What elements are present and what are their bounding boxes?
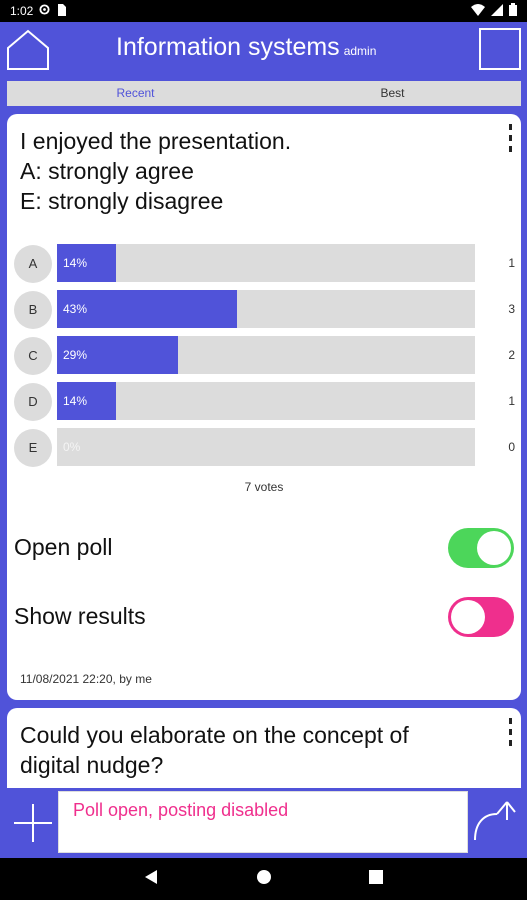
vote-count: 2 — [508, 348, 515, 362]
poll-question: I enjoyed the presentation. A: strongly … — [20, 126, 490, 216]
vote-count: 0 — [508, 440, 515, 454]
question-line: I enjoyed the presentation. — [20, 128, 292, 154]
send-icon[interactable] — [473, 800, 517, 844]
show-results-label: Show results — [14, 603, 146, 629]
tab-best[interactable]: Best — [264, 81, 521, 106]
option-letter: E — [14, 429, 52, 467]
page-title: Information systems admin — [116, 33, 376, 62]
option-letter: B — [14, 291, 52, 329]
question-line: E: strongly disagree — [20, 188, 224, 214]
system-nav-bar — [0, 858, 527, 900]
compose-input[interactable]: Poll open, posting disabled — [58, 791, 468, 853]
result-percent: 43% — [63, 302, 88, 316]
kebab-icon[interactable] — [509, 124, 513, 157]
recents-icon[interactable] — [369, 869, 383, 890]
plus-icon[interactable] — [12, 802, 54, 844]
tab-recent[interactable]: Recent — [7, 81, 264, 106]
result-bar-track: 14% — [57, 382, 475, 420]
status-bar: 1:02 — [0, 0, 527, 22]
poll-option-c[interactable]: C 29% 2 — [13, 336, 515, 376]
result-bar-track: 0% — [57, 428, 475, 466]
result-bar-track: 43% — [57, 290, 475, 328]
room-title: Information systems — [116, 33, 340, 61]
square-icon[interactable] — [479, 28, 521, 70]
result-percent: 29% — [63, 348, 88, 362]
status-time: 1:02 — [10, 4, 34, 18]
result-percent: 0% — [63, 440, 81, 454]
app-header: Information systems admin — [0, 22, 527, 78]
toggle-knob — [477, 531, 511, 565]
sim-status-icon — [56, 3, 67, 19]
result-percent: 14% — [63, 394, 88, 408]
poll-option-a[interactable]: A 14% 1 — [13, 244, 515, 284]
toggle-knob — [451, 600, 485, 634]
kebab-icon[interactable] — [509, 718, 513, 751]
question-card[interactable]: Could you elaborate on the concept of di… — [7, 708, 521, 788]
question-line: digital nudge? — [20, 752, 164, 778]
question-line: Could you elaborate on the concept of — [20, 722, 409, 748]
user-role: admin — [343, 44, 377, 58]
tab-bar: Recent Best — [7, 81, 521, 106]
home-icon[interactable] — [6, 28, 50, 72]
poll-option-e[interactable]: E 0% 0 — [13, 428, 515, 468]
battery-icon — [509, 3, 517, 19]
wifi-icon — [471, 3, 485, 19]
back-icon[interactable] — [144, 869, 158, 890]
option-letter: D — [14, 383, 52, 421]
option-letter: A — [14, 245, 52, 283]
composer-bar: Poll open, posting disabled — [0, 788, 527, 858]
option-letter: C — [14, 337, 52, 375]
settings-status-icon — [39, 4, 50, 18]
question-text: Could you elaborate on the concept of di… — [20, 720, 490, 780]
vote-count: 1 — [508, 394, 515, 408]
poll-option-d[interactable]: D 14% 1 — [13, 382, 515, 422]
show-results-row: Show results — [14, 597, 514, 639]
home-nav-icon[interactable] — [256, 869, 272, 890]
vote-count: 3 — [508, 302, 515, 316]
open-poll-toggle[interactable] — [448, 528, 514, 568]
poll-option-b[interactable]: B 43% 3 — [13, 290, 515, 330]
result-bar-track: 29% — [57, 336, 475, 374]
poll-card: I enjoyed the presentation. A: strongly … — [7, 114, 521, 700]
signal-icon — [491, 3, 503, 19]
vote-count: 1 — [508, 256, 515, 270]
show-results-toggle[interactable] — [448, 597, 514, 637]
open-poll-row: Open poll — [14, 528, 514, 570]
open-poll-label: Open poll — [14, 534, 113, 560]
result-percent: 14% — [63, 256, 88, 270]
question-line: A: strongly agree — [20, 158, 194, 184]
votes-total: 7 votes — [244, 480, 284, 494]
poll-meta: 11/08/2021 22:20, by me — [20, 672, 152, 686]
result-bar-track: 14% — [57, 244, 475, 282]
